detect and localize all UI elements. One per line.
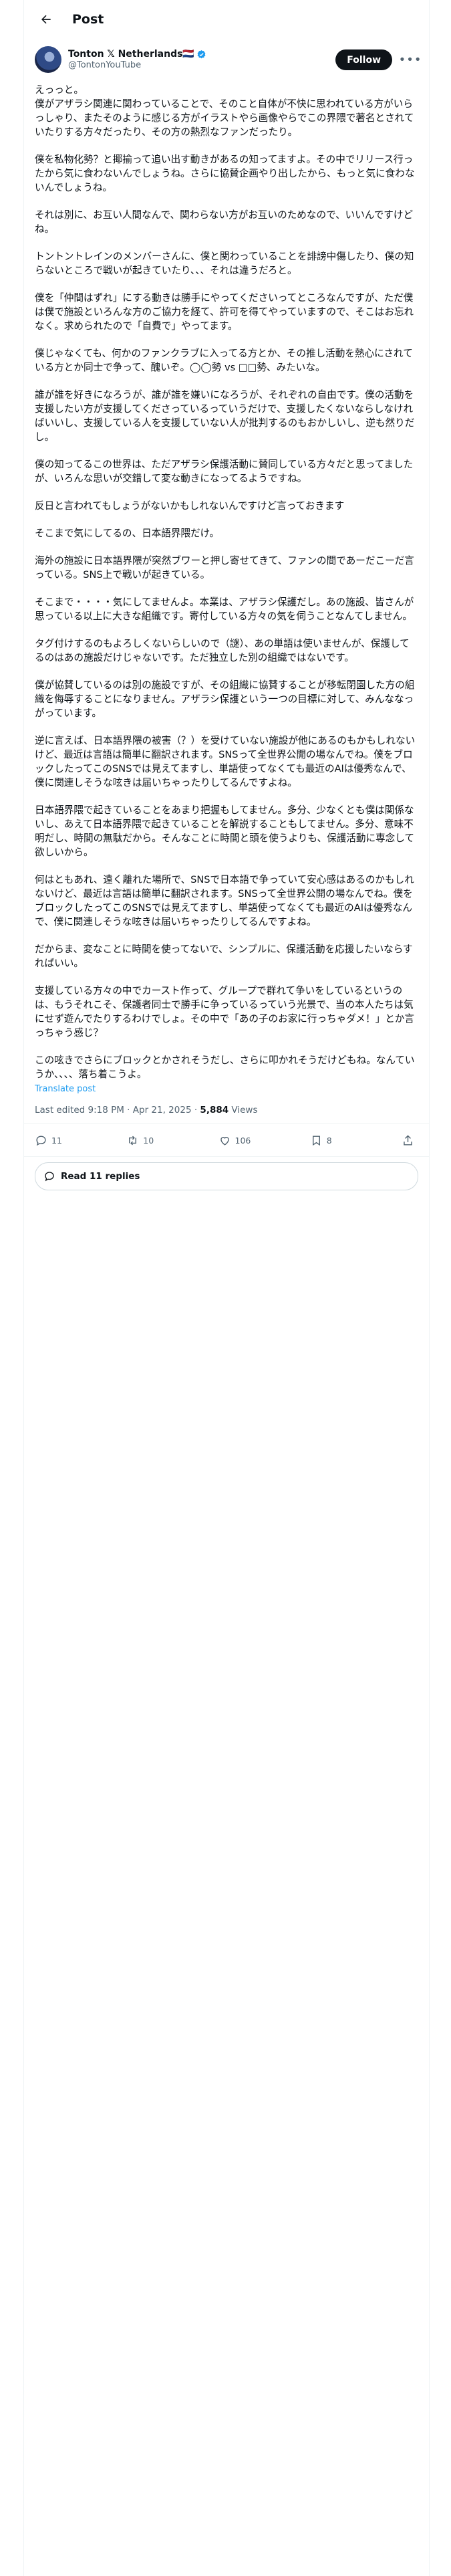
post-paragraph: トントントレインのメンバーさんに、僕と関わっていることを誹謗中傷したり、僕の知ら… — [35, 251, 414, 276]
bookmark-button[interactable]: 8 — [310, 1134, 370, 1147]
author-handle[interactable]: @TontonYouTube — [68, 60, 206, 70]
views-label: Views — [231, 1105, 258, 1115]
post-author: Tonton 𝕏 Netherlands🇳🇱 @TontonYouTube Fo… — [24, 39, 429, 80]
heart-icon — [220, 1136, 229, 1146]
more-options-icon[interactable]: ••• — [399, 52, 422, 67]
post-paragraph: 僕を私物化勢？と揶揄って追い出す動きがあるの知ってますよ。その中でリリース行った… — [35, 154, 415, 193]
post-paragraph: 僕の知ってるこの世界は、ただアザラシ保護活動に賛同している方々だと思ってましたが… — [35, 459, 414, 484]
repost-button[interactable]: 10 — [126, 1134, 186, 1147]
post-paragraph: タグ付けするのもよろしくないらしいので（謎）、あの単語は使いませんが、保護してる… — [35, 638, 410, 663]
follow-button[interactable]: Follow — [335, 49, 392, 70]
reply-count: 11 — [51, 1135, 62, 1146]
author-names: Tonton 𝕏 Netherlands🇳🇱 @TontonYouTube — [68, 49, 206, 70]
back-button[interactable] — [35, 8, 57, 31]
post-paragraph: えっっと。 僕がアザラシ関連に関わっていることで、そのこと自体が不快に思われてい… — [35, 84, 414, 138]
action-bar: 11 10 106 8 — [24, 1124, 429, 1157]
post-paragraph: 僕じゃなくても、何かのファンクラブに入ってる方とか、その推し活動を熱心にされてい… — [35, 348, 413, 373]
post-paragraph: 僕を「仲間はずれ」にする動きは勝手にやってくださいってところなんですが、ただ僕は… — [35, 292, 414, 332]
page-title: Post — [72, 12, 104, 27]
post-paragraph: 何はともあれ、遠く離れた場所で、SNSで日本語で争っていて安心感はあるのかもしれ… — [35, 874, 414, 928]
read-replies-button[interactable]: Read 11 replies — [35, 1162, 418, 1190]
post-paragraph: 支援している方々の中でカースト作って、グループで群れて争いをしているというのは、… — [35, 985, 414, 1039]
translate-post-link[interactable]: Translate post — [35, 1084, 418, 1094]
post-paragraph: 日本語界隈で起きていることをあまり把握もしてません。多分、少なくとも僕は関係ない… — [35, 804, 414, 858]
post-paragraph: だからま、変なことに時間を使ってないで、シンプルに、保護活動を応援したいならすれ… — [35, 944, 413, 969]
post-paragraph: そこまで・・・・気にしてませんよ。本業は、アザラシ保護だし。あの施設、皆さんが思… — [35, 597, 414, 622]
post-body: えっっと。 僕がアザラシ関連に関わっていることで、そのこと自体が不快に思われてい… — [24, 80, 429, 1094]
post-paragraph: 逆に言えば、日本語界隈の被害（？）を受けていない施設が他にあるのもかもしれないけ… — [35, 735, 416, 788]
post-paragraph: この呟きでさらにブロックとかされそうだし、さらに叩かれそうだけどもね。なんていう… — [35, 1055, 415, 1080]
reply-icon — [36, 1135, 46, 1146]
repost-count: 10 — [143, 1135, 154, 1146]
bookmark-count: 8 — [326, 1135, 332, 1146]
post-paragraph: 誰が誰を好きになろうが、誰が誰を嫌いになろうが、それぞれの自由です。僕の活動を支… — [35, 389, 415, 443]
main-column: Post Tonton 𝕏 Netherlands🇳🇱 @TontonYouTu… — [23, 0, 430, 2576]
post-timestamp[interactable]: Last edited 9:18 PM · Apr 21, 2025 — [35, 1105, 192, 1115]
post-paragraph: 僕が協賛しているのは別の施設ですが、その組織に協賛することが移転閉園した方の組織… — [35, 679, 415, 719]
like-count: 106 — [235, 1135, 251, 1146]
post-paragraph: そこまで気にしてるの、日本語界隈だけ。 — [35, 528, 220, 539]
post-meta: Last edited 9:18 PM · Apr 21, 2025 · 5,8… — [24, 1094, 429, 1124]
read-replies-label: Read 11 replies — [61, 1171, 140, 1182]
repost-icon — [129, 1136, 137, 1145]
reply-bubble-icon — [45, 1172, 54, 1182]
post-paragraph: 海外の施設に日本語界隈が突然ブワーと押し寄せてきて、ファンの間であーだこーだ言っ… — [35, 555, 414, 580]
share-icon — [404, 1134, 412, 1146]
bookmark-icon — [312, 1135, 320, 1146]
author-name[interactable]: Tonton 𝕏 Netherlands🇳🇱 — [68, 49, 194, 60]
top-bar: Post — [24, 0, 429, 39]
post-paragraph: それは別に、お互い人間なんで、関わらない方がお互いのためなので、いいんですけどね… — [35, 209, 414, 235]
like-button[interactable]: 106 — [218, 1134, 279, 1147]
back-arrow-icon — [41, 15, 51, 24]
reply-button[interactable]: 11 — [35, 1134, 95, 1147]
author-name-row: Tonton 𝕏 Netherlands🇳🇱 — [68, 49, 206, 60]
share-button[interactable] — [402, 1134, 418, 1147]
avatar[interactable] — [35, 46, 61, 73]
post-paragraph: 反日と言われてもしょうがないかもしれないんですけど言っておきます — [35, 500, 345, 512]
verified-badge-icon — [197, 49, 206, 58]
views-count: 5,884 — [200, 1105, 229, 1115]
